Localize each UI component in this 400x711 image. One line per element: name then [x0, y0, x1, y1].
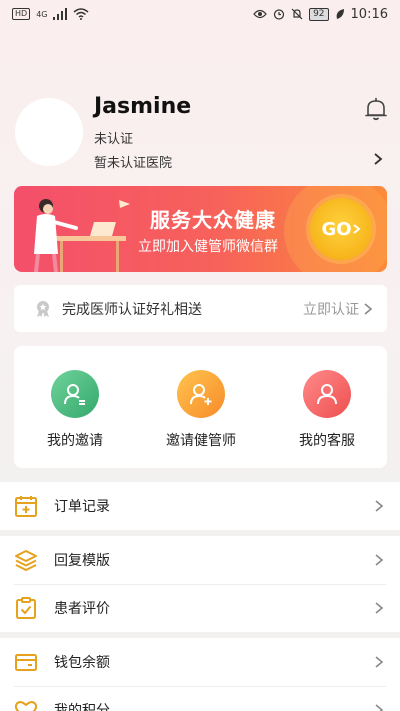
customer-service-button[interactable]: 我的客服: [272, 370, 382, 450]
medal-icon: [37, 300, 49, 317]
quick-label: 我的客服: [299, 433, 355, 449]
menu-item-points[interactable]: 我的积分: [0, 686, 400, 711]
menu-item-reply-templates[interactable]: 回复模版: [0, 536, 400, 584]
wifi-icon: [73, 8, 89, 20]
chevron-right-icon: [375, 656, 384, 668]
quick-label: 邀请健管师: [166, 433, 236, 449]
menu-label: 我的积分: [54, 703, 110, 711]
layers-icon: [15, 550, 37, 571]
bell-icon[interactable]: [363, 96, 389, 122]
arrow-right-icon: [352, 224, 361, 234]
chevron-right-icon: [375, 500, 384, 512]
menu-group-content: 回复模版 患者评价: [0, 536, 400, 632]
chevron-right-icon: [364, 302, 373, 315]
user-add-icon: [190, 384, 212, 405]
battery-level: 92: [309, 7, 329, 21]
status-left: HD 4G: [12, 8, 89, 20]
network-type: 4G: [36, 9, 48, 19]
clock-time: 10:16: [350, 6, 388, 22]
certify-text: 完成医师认证好礼相送: [62, 301, 202, 318]
chevron-right-icon: [375, 554, 384, 566]
chevron-right-icon: [375, 704, 384, 711]
banner-title: 服务大众健康: [150, 208, 276, 232]
menu-item-patient-reviews[interactable]: 患者评价: [0, 584, 400, 632]
certify-bar[interactable]: 完成医师认证好礼相送 立即认证: [14, 285, 387, 332]
menu-group-orders: 订单记录: [0, 482, 400, 530]
menu-item-orders[interactable]: 订单记录: [0, 482, 400, 530]
menu-label: 订单记录: [54, 499, 110, 515]
signal-icon: [53, 8, 68, 20]
doctor-illustration-icon: [34, 199, 130, 272]
menu-label: 回复模版: [54, 553, 110, 569]
menu-label: 患者评价: [54, 601, 110, 617]
hd-badge: HD: [12, 8, 31, 20]
hospital-status[interactable]: 暂未认证医院: [94, 152, 172, 171]
menu-group-finance: 钱包余额 我的积分: [0, 638, 400, 711]
my-invitations-button[interactable]: 我的邀请: [20, 370, 130, 450]
wallet-card-icon: [15, 654, 37, 671]
clipboard-check-icon: [16, 597, 36, 619]
leaf-icon: [336, 9, 344, 19]
menu-item-wallet[interactable]: 钱包余额: [0, 638, 400, 686]
user-list-icon: [64, 384, 85, 405]
menu-label: 钱包余额: [54, 655, 110, 671]
auth-status: 未认证: [94, 132, 134, 147]
quick-label: 我的邀请: [47, 433, 103, 449]
alarm-icon: [273, 9, 285, 20]
quick-actions-card: 我的邀请 邀请健管师 我的客服: [14, 346, 387, 468]
avatar[interactable]: [15, 98, 83, 166]
banner-subtitle: 立即加入健管师微信群: [138, 239, 278, 255]
heart-icon: [14, 701, 38, 711]
chevron-right-icon[interactable]: [372, 152, 384, 166]
user-icon: [317, 384, 337, 405]
status-bar: HD 4G 92 10:16: [0, 0, 400, 28]
status-right: 92 10:16: [253, 7, 388, 22]
chevron-right-icon: [375, 602, 384, 614]
profile-name: Jasmine: [94, 94, 192, 119]
eye-icon: [253, 9, 267, 19]
service-circle: [303, 370, 351, 418]
invite-circle: [51, 370, 99, 418]
invite-manager-circle: [177, 370, 225, 418]
promo-banner[interactable]: 服务大众健康 立即加入健管师微信群 GO: [14, 186, 387, 272]
go-label: GO: [321, 218, 352, 240]
calendar-add-icon: [15, 496, 37, 517]
invite-manager-button[interactable]: 邀请健管师: [146, 370, 256, 450]
go-button[interactable]: GO: [310, 198, 372, 260]
certify-action[interactable]: 立即认证: [303, 299, 359, 319]
mute-icon: [291, 8, 303, 20]
